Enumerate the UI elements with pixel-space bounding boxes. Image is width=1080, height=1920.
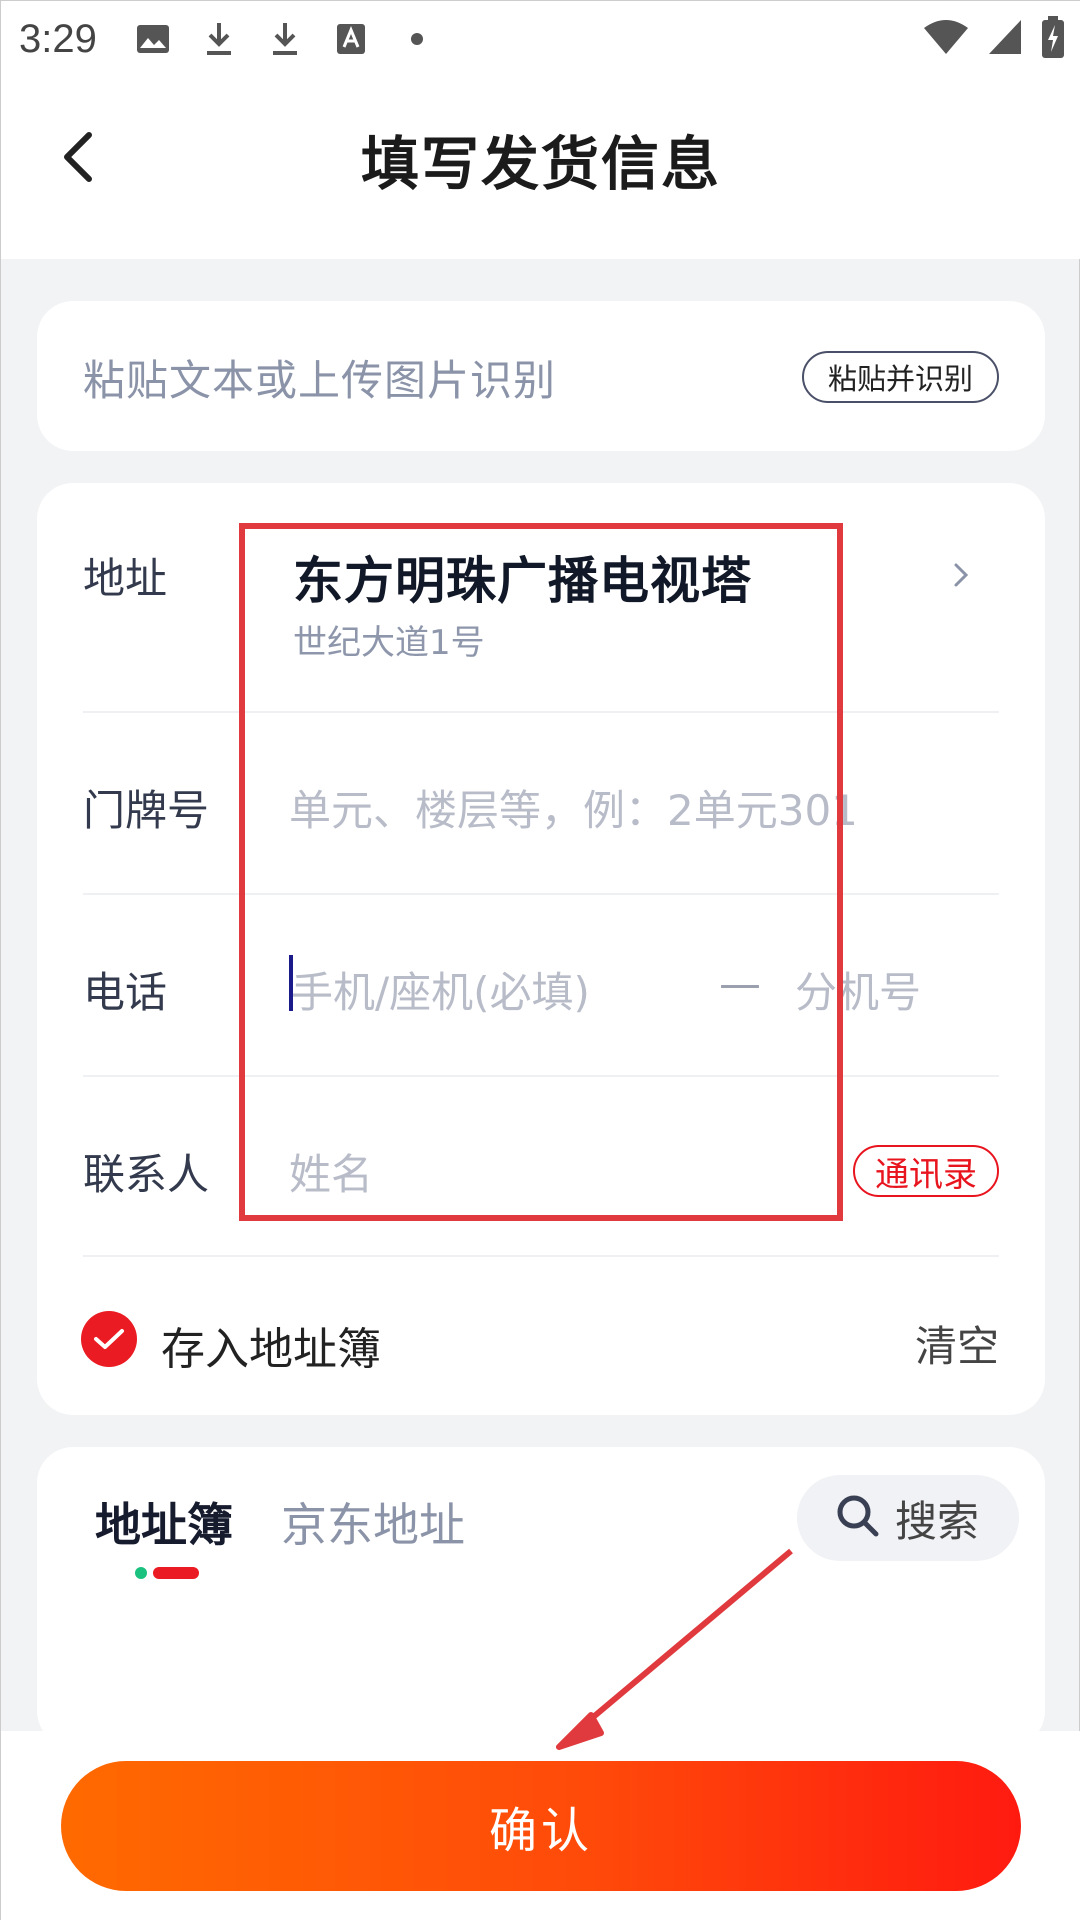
download-icon xyxy=(199,19,239,59)
save-to-book-label[interactable]: 存入地址簿 xyxy=(161,1313,381,1377)
tab-indicator xyxy=(153,1567,199,1579)
unit-label: 门牌号 xyxy=(83,786,210,835)
unit-input[interactable]: 单元、楼层等，例：2单元301 xyxy=(289,777,858,838)
download-icon xyxy=(265,19,305,59)
phone-label: 电话 xyxy=(83,968,168,1017)
paste-hint-text[interactable]: 粘贴文本或上传图片识别 xyxy=(83,347,556,408)
wifi-icon xyxy=(923,18,969,65)
address-sub-text: 世纪大道1号 xyxy=(293,623,485,663)
clear-button[interactable]: 清空 xyxy=(915,1313,999,1374)
paste-recognize-card[interactable]: 粘贴文本或上传图片识别 粘贴并识别 xyxy=(37,301,1045,451)
address-main-text[interactable]: 东方明珠广播电视塔 xyxy=(293,541,752,613)
paste-recognize-button[interactable]: 粘贴并识别 xyxy=(801,351,999,403)
divider xyxy=(83,711,999,713)
extension-input[interactable]: 分机号 xyxy=(795,959,921,1020)
dot-icon xyxy=(397,19,437,59)
bottom-bar: 确认 xyxy=(1,1731,1080,1920)
divider xyxy=(83,893,999,895)
phone-input[interactable]: 手机/座机(必填) xyxy=(291,959,590,1020)
search-label: 搜索 xyxy=(895,1496,980,1546)
save-to-book-checkbox[interactable] xyxy=(81,1311,137,1367)
phone-separator: — xyxy=(719,959,761,1008)
app-screen: 3:29 填写发货信息 粘贴文本或上传图片识别 粘贴并识别 地址 东方明珠广播电… xyxy=(0,0,1080,1920)
address-book-card: 地址簿 京东地址 搜索 xyxy=(37,1447,1045,1747)
tab-jd-address[interactable]: 京东地址 xyxy=(281,1489,465,1555)
shipping-form-card: 地址 东方明珠广播电视塔 世纪大道1号 门牌号 单元、楼层等，例：2单元301 … xyxy=(37,483,1045,1415)
search-button[interactable]: 搜索 xyxy=(797,1475,1019,1561)
contact-label: 联系人 xyxy=(83,1150,210,1199)
status-time: 3:29 xyxy=(19,16,97,61)
contact-name-input[interactable]: 姓名 xyxy=(289,1141,373,1202)
font-icon xyxy=(331,19,371,59)
contacts-button[interactable]: 通讯录 xyxy=(853,1145,999,1197)
signal-icon xyxy=(987,18,1023,65)
app-header: 填写发货信息 xyxy=(1,77,1080,259)
image-icon xyxy=(133,19,173,59)
search-icon xyxy=(835,1493,881,1543)
divider xyxy=(83,1075,999,1077)
divider xyxy=(83,1255,999,1257)
tab-indicator-dot xyxy=(135,1567,147,1579)
page-title: 填写发货信息 xyxy=(360,130,721,198)
battery-charging-icon xyxy=(1041,15,1065,68)
tab-address-book[interactable]: 地址簿 xyxy=(95,1489,233,1555)
confirm-button[interactable]: 确认 xyxy=(61,1761,1021,1891)
chevron-right-icon[interactable] xyxy=(949,555,975,595)
status-bar: 3:29 xyxy=(1,1,1080,77)
status-right-icons xyxy=(923,15,1065,68)
address-label: 地址 xyxy=(83,554,168,603)
